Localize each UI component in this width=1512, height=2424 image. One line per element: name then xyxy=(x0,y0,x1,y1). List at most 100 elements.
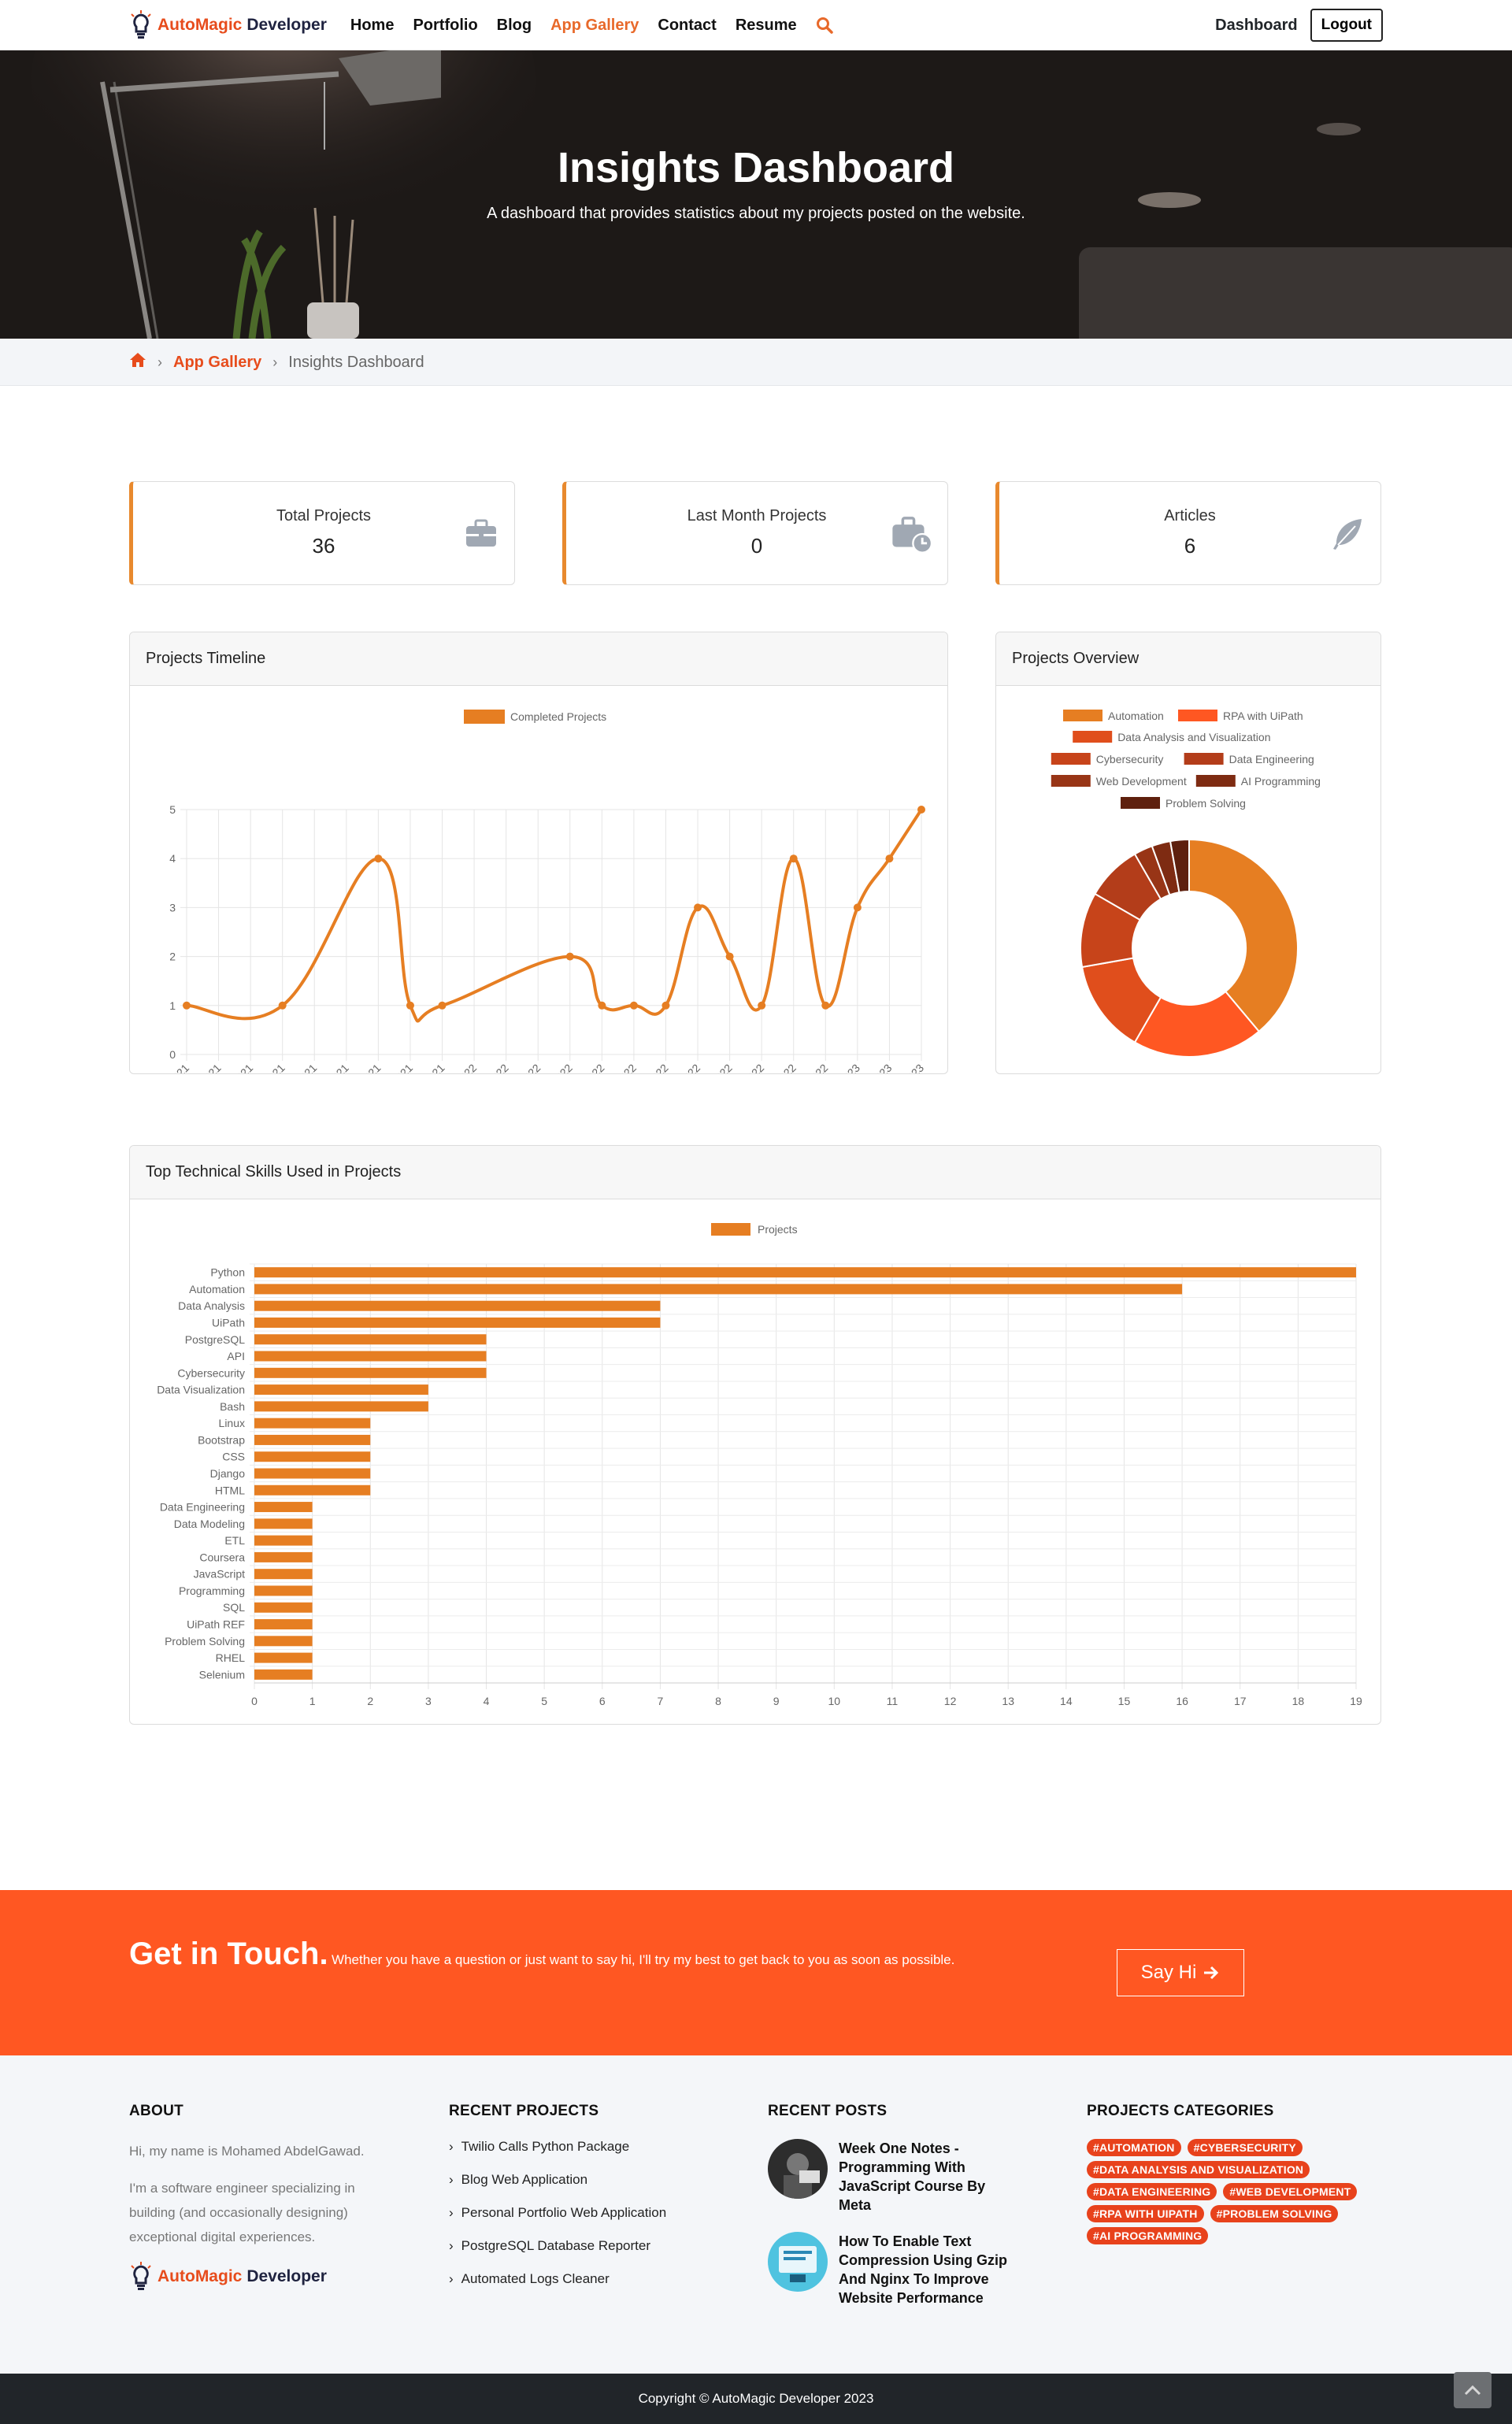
x-tick-label: 0 xyxy=(251,1695,258,1707)
legend-swatch xyxy=(1073,731,1113,743)
recent-project-link[interactable]: Personal Portfolio Web Application xyxy=(461,2205,667,2221)
bulb-logo-icon xyxy=(131,10,151,39)
stat-card-last-month: Last Month Projects 0 xyxy=(562,481,948,585)
y-tick-label: 2 xyxy=(169,951,176,963)
x-tick-label: Jul 2022 xyxy=(632,1062,671,1073)
bar xyxy=(254,1284,1183,1295)
recent-project-link[interactable]: PostgreSQL Database Reporter xyxy=(461,2238,650,2254)
y-tick-label: RHEL xyxy=(216,1651,246,1664)
x-tick-label: 1 xyxy=(309,1695,316,1707)
y-tick-label: API xyxy=(227,1350,245,1362)
x-tick-label: 7 xyxy=(658,1695,664,1707)
recent-project-link[interactable]: Automated Logs Cleaner xyxy=(461,2271,610,2287)
data-point xyxy=(374,854,383,863)
data-point xyxy=(853,903,862,912)
post-thumbnail xyxy=(768,2139,828,2199)
data-point xyxy=(406,1001,414,1010)
y-tick-label: Bash xyxy=(220,1400,245,1413)
y-tick-label: 0 xyxy=(169,1048,176,1061)
data-point xyxy=(885,854,894,863)
data-point xyxy=(278,1001,287,1010)
dashboard-link[interactable]: Dashboard xyxy=(1215,17,1297,35)
breadcrumb-app-gallery[interactable]: App Gallery xyxy=(173,354,261,372)
nav-app-gallery[interactable]: App Gallery xyxy=(550,17,639,35)
about-intro: Hi, my name is Mohamed AbdelGawad. xyxy=(129,2144,365,2159)
recent-project-item[interactable]: › PostgreSQL Database Reporter xyxy=(449,2238,732,2254)
series-line xyxy=(186,808,923,1023)
recent-project-link[interactable]: Blog Web Application xyxy=(461,2172,587,2188)
nav-contact[interactable]: Contact xyxy=(658,17,716,35)
legend-label: Data Engineering xyxy=(1229,753,1314,765)
say-hi-button[interactable]: Say Hi xyxy=(1117,1949,1244,1996)
x-tick-label: Jul 2021 xyxy=(249,1062,287,1073)
category-tag[interactable]: #DATA ANALYSIS AND VISUALIZATION xyxy=(1087,2161,1310,2178)
category-tag[interactable]: #CYBERSECURITY xyxy=(1187,2139,1303,2156)
category-tag[interactable]: #DATA ENGINEERING xyxy=(1087,2183,1217,2200)
recent-project-item[interactable]: › Automated Logs Cleaner xyxy=(449,2271,732,2287)
projects-timeline-card: Projects Timeline Completed Projects 0 1 2 3… xyxy=(129,632,948,1074)
data-point xyxy=(598,1001,606,1010)
search-icon[interactable] xyxy=(816,17,833,34)
bar xyxy=(254,1367,487,1378)
legend-label: Problem Solving xyxy=(1166,797,1246,810)
chevron-right-icon: › xyxy=(158,354,162,370)
y-tick-label: ETL xyxy=(224,1534,245,1547)
recent-project-item[interactable]: › Twilio Calls Python Package xyxy=(449,2139,732,2155)
recent-project-item[interactable]: › Personal Portfolio Web Application xyxy=(449,2205,732,2221)
y-tick-label: 1 xyxy=(169,999,176,1012)
stat-card-total-projects: Total Projects 36 xyxy=(129,481,515,585)
category-tag[interactable]: #AI PROGRAMMING xyxy=(1087,2227,1209,2244)
nav-right: Dashboard Logout xyxy=(1215,9,1383,42)
recent-project-item[interactable]: › Blog Web Application xyxy=(449,2172,732,2188)
footer-brand-logo[interactable]: AutoMagic Developer xyxy=(129,2262,397,2292)
y-tick-label: SQL xyxy=(223,1601,245,1614)
logout-button[interactable]: Logout xyxy=(1310,9,1383,42)
nav-home[interactable]: Home xyxy=(350,17,395,35)
breadcrumb: › App Gallery › Insights Dashboard xyxy=(0,339,1512,386)
y-tick-label: Selenium xyxy=(199,1668,245,1681)
nav-resume[interactable]: Resume xyxy=(736,17,797,35)
chevron-right-icon: › xyxy=(449,2172,454,2187)
brand-logo[interactable]: AutoMagic Developer xyxy=(129,10,327,40)
category-tag[interactable]: #RPA WITH UIPATH xyxy=(1087,2205,1204,2222)
recent-project-link[interactable]: Twilio Calls Python Package xyxy=(461,2139,630,2155)
chevron-right-icon: › xyxy=(449,2271,454,2286)
legend-swatch xyxy=(464,710,505,724)
home-icon[interactable] xyxy=(129,352,146,372)
nav-portfolio[interactable]: Portfolio xyxy=(413,17,477,35)
footer-recent-projects: RECENT PROJECTS › Twilio Calls Python Pac… xyxy=(449,2103,732,2304)
back-to-top-button[interactable] xyxy=(1454,2372,1492,2408)
recent-post-title[interactable]: How To Enable Text Compression Using Gzi… xyxy=(839,2232,1012,2307)
recent-post-title[interactable]: Week One Notes - Programming With JavaSc… xyxy=(839,2139,1012,2215)
y-tick-label: Data Analysis xyxy=(178,1299,245,1312)
category-tag[interactable]: #PROBLEM SOLVING xyxy=(1210,2205,1339,2222)
category-tag[interactable]: #WEB DEVELOPMENT xyxy=(1223,2183,1358,2200)
about-bio: I'm a software engineer specializing in … xyxy=(129,2181,355,2244)
bar xyxy=(254,1502,313,1513)
category-tag[interactable]: #AUTOMATION xyxy=(1087,2139,1181,2156)
x-tick-label: 2 xyxy=(367,1695,373,1707)
recent-post-item[interactable]: Week One Notes - Programming With JavaSc… xyxy=(768,2139,1036,2215)
x-tick-label: 12 xyxy=(944,1695,957,1707)
data-point xyxy=(917,806,925,814)
recent-post-item[interactable]: How To Enable Text Compression Using Gzi… xyxy=(768,2232,1036,2307)
cta-description: Whether you have a question or just want… xyxy=(332,1952,955,1967)
y-tick-label: Django xyxy=(210,1467,246,1480)
projects-overview-card: Projects Overview Automation RPA with UiP… xyxy=(995,632,1381,1074)
legend-label: Data Analysis and Visualization xyxy=(1117,731,1270,743)
data-point xyxy=(789,854,798,863)
footer-heading: RECENT PROJECTS xyxy=(449,2103,599,2119)
y-tick-label: 3 xyxy=(169,901,176,914)
y-tick-label: Python xyxy=(210,1266,245,1279)
footer-about: ABOUT Hi, my name is Mohamed AbdelGawad.… xyxy=(129,2103,397,2292)
navbar: AutoMagic Developer Home Portfolio Blog … xyxy=(0,0,1512,50)
arrow-right-icon xyxy=(1204,1966,1219,1980)
bar xyxy=(254,1418,371,1429)
data-point xyxy=(694,903,702,912)
nav-blog[interactable]: Blog xyxy=(497,17,532,35)
y-tick-label: Cybersecurity xyxy=(177,1366,245,1379)
legend-label: Completed Projects xyxy=(510,710,606,723)
bar xyxy=(254,1551,313,1562)
legend-label: Web Development xyxy=(1096,775,1187,788)
x-tick-label: 3 xyxy=(425,1695,432,1707)
